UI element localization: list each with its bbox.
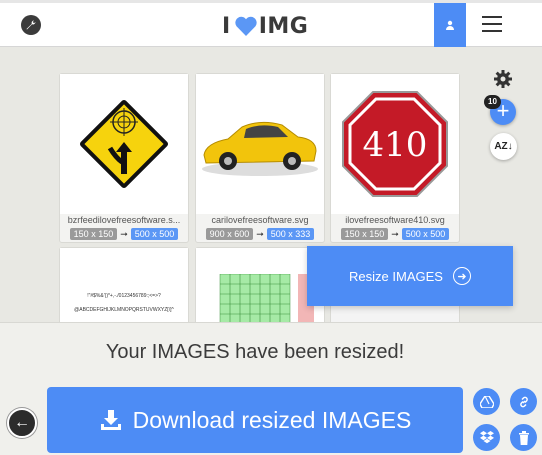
file-count-badge: 10 (484, 95, 501, 109)
dimension-row: 150 x 150 ➞ 500 x 500 (331, 228, 459, 240)
file-name: carilovefreesoftware.svg (211, 215, 309, 225)
image-card[interactable]: carilovefreesoftware.svg 900 x 600 ➞ 500… (195, 73, 325, 243)
dropbox-button[interactable] (473, 424, 500, 451)
download-label: Download resized IMAGES (132, 406, 412, 433)
app-logo[interactable]: I IMG (222, 12, 308, 40)
google-drive-button[interactable] (473, 388, 500, 415)
font-sample-line: @ABCDEFGHIJKLMNOPQRSTUVWXYZ[\]^ (74, 307, 174, 313)
download-button[interactable]: Download resized IMAGES (47, 387, 463, 453)
logo-img-text: IMG (258, 13, 309, 39)
original-size: 900 x 600 (205, 228, 254, 240)
hamburger-menu-icon[interactable] (482, 16, 502, 34)
link-icon (519, 396, 528, 407)
image-card[interactable]: !"#$%&'()*+,-./0123456789:;<=>? @ABCDEFG… (59, 247, 189, 327)
arrow-right-icon: ➞ (391, 228, 399, 239)
heart-icon (234, 15, 258, 37)
image-card[interactable]: bzrfeedilovefreesoftware.s... 150 x 150 … (59, 73, 189, 243)
wrench-icon[interactable] (21, 15, 41, 35)
top-navbar: I IMG (0, 0, 542, 47)
arrow-right-icon: ➞ (256, 228, 264, 239)
image-thumbnail (60, 74, 188, 214)
image-card[interactable] (195, 247, 325, 327)
arrow-right-icon: ➞ (120, 228, 128, 239)
resize-images-button[interactable]: Resize IMAGES ➜ (307, 246, 513, 306)
logo-letter-i: I (222, 13, 231, 39)
font-sample-line: !"#$%&'()*+,-./0123456789:;<=>? (87, 293, 161, 299)
result-panel: Your IMAGES have been resized! ← Downloa… (0, 322, 542, 455)
arrow-right-circle-icon: ➜ (452, 267, 471, 285)
dropbox-icon (479, 431, 494, 444)
font-preview-thumbnail: !"#$%&'()*+,-./0123456789:;<=>? @ABCDEFG… (60, 248, 188, 326)
image-thumbnail (196, 248, 324, 326)
dimension-row: 150 x 150 ➞ 500 x 500 (60, 228, 188, 240)
new-size: 500 x 333 (266, 228, 315, 240)
back-arrow-button[interactable]: ← (7, 408, 37, 438)
image-thumbnail (196, 74, 324, 214)
image-thumbnail: 410 (331, 74, 459, 214)
user-account-button[interactable] (434, 3, 466, 47)
original-size: 150 x 150 (340, 228, 389, 240)
new-size: 500 x 500 (130, 228, 179, 240)
file-name: ilovefreesoftware410.svg (345, 215, 445, 225)
sort-az-button[interactable]: AZ↓ (490, 133, 517, 160)
gear-icon[interactable] (493, 69, 513, 89)
copy-link-button[interactable] (510, 388, 537, 415)
delete-button[interactable] (510, 424, 537, 451)
google-drive-icon (479, 395, 494, 408)
original-size: 150 x 150 (69, 228, 118, 240)
download-icon (100, 410, 121, 430)
new-size: 500 x 500 (401, 228, 450, 240)
user-icon (446, 20, 454, 30)
success-message: Your IMAGES have been resized! (105, 341, 405, 363)
trash-icon (518, 430, 529, 445)
file-name: bzrfeedilovefreesoftware.s... (67, 215, 181, 225)
resize-label: Resize IMAGES (349, 268, 443, 284)
image-card[interactable]: 410 ilovefreesoftware410.svg 150 x 150 ➞… (330, 73, 460, 243)
dimension-row: 900 x 600 ➞ 500 x 333 (196, 228, 324, 240)
sign-number: 410 (363, 125, 428, 165)
